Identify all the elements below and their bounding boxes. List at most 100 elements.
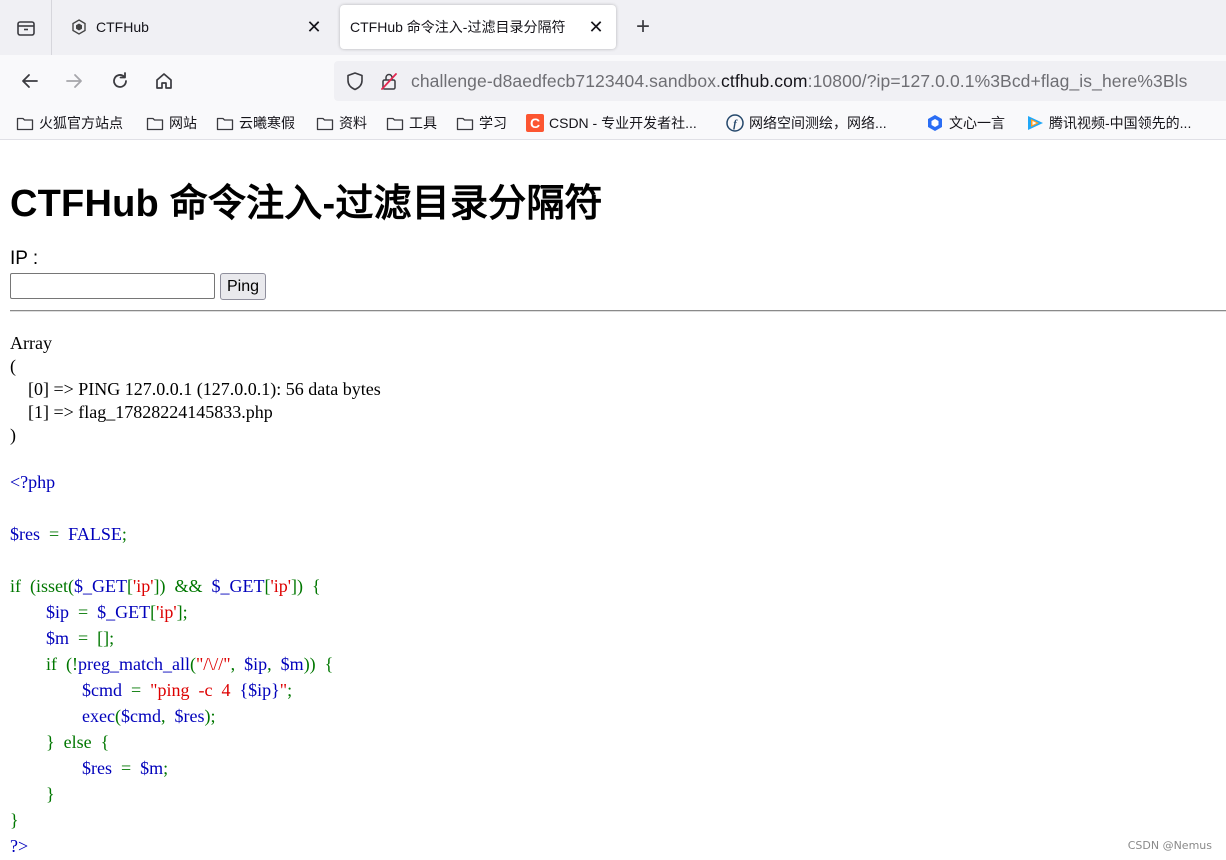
code-token: 'ip'	[156, 602, 177, 622]
code-token: $ip	[46, 602, 70, 622]
bookmark-label: CSDN - 专业开发者社...	[549, 115, 697, 131]
list-all-tabs-button[interactable]	[0, 0, 52, 55]
tab-title: CTFHub 命令注入-过滤目录分隔符	[350, 19, 566, 35]
url-domain: ctfhub.com	[721, 70, 808, 91]
bookmark-item[interactable]: 腾讯视频-中国领先的...	[1026, 112, 1191, 134]
bookmark-label: 文心一言	[949, 115, 1005, 131]
code-token: ]) &&	[153, 576, 212, 596]
code-token: exec	[82, 706, 115, 726]
code-token: $cmd	[120, 706, 161, 726]
php-open-tag: <?php	[10, 472, 56, 492]
svg-text:f: f	[733, 118, 738, 130]
bookmark-label: 腾讯视频-中国领先的...	[1049, 115, 1192, 131]
code-token: FALSE	[68, 524, 122, 544]
code-token: );	[204, 706, 216, 726]
close-tab-icon[interactable]: ✕	[586, 17, 606, 37]
code-token: 'ip'	[132, 576, 154, 596]
code-token: {$ip}	[239, 680, 280, 700]
code-token: ;	[163, 758, 169, 778]
url-text[interactable]: challenge-d8aedfecb7123404.sandbox.ctfhu…	[411, 71, 1187, 92]
reload-icon	[113, 72, 127, 88]
folder-icon	[386, 115, 404, 131]
code-token: $_GET	[211, 576, 265, 596]
ping-button[interactable]: Ping	[220, 273, 266, 300]
tab-ctfhub[interactable]: CTFHub ✕	[58, 5, 334, 49]
navigation-toolbar: challenge-d8aedfecb7123404.sandbox.ctfhu…	[0, 55, 1226, 106]
tab-list-icon	[16, 20, 35, 36]
new-tab-button[interactable]: +	[630, 13, 656, 40]
svg-text:C: C	[530, 115, 540, 131]
bookmark-label: 学习	[479, 115, 507, 131]
command-output: Array ( [0] => PING 127.0.0.1 (127.0.0.1…	[10, 333, 381, 445]
folder-icon	[16, 115, 34, 131]
bookmark-label: 云曦寒假	[239, 115, 295, 131]
home-button[interactable]	[148, 65, 180, 97]
code-token: if (isset(	[10, 576, 74, 596]
bookmark-item[interactable]: 工具	[386, 112, 437, 134]
code-line: $res = $m;	[10, 755, 168, 781]
code-token: }	[10, 810, 19, 830]
bookmark-item[interactable]: 网站	[146, 112, 197, 134]
code-token: ];	[176, 602, 188, 622]
folder-icon	[316, 115, 334, 131]
code-token: if (!	[10, 654, 78, 674]
bookmark-item[interactable]: f 网络空间测绘，网络...	[726, 112, 887, 134]
tencent-video-icon	[1026, 115, 1044, 131]
code-token: ,	[230, 654, 245, 674]
code-token: $res	[10, 524, 40, 544]
folder-icon	[216, 115, 234, 131]
url-bar[interactable]: challenge-d8aedfecb7123404.sandbox.ctfhu…	[334, 61, 1226, 101]
code-token: ]) {	[290, 576, 321, 596]
ip-input[interactable]	[10, 273, 215, 299]
insecure-connection-icon[interactable]	[378, 71, 400, 91]
tracking-protection-shield-icon[interactable]	[344, 71, 366, 91]
code-token: ,	[267, 654, 281, 674]
url-suffix: :10800/?ip=127.0.0.1%3Bcd+flag_is_here%3…	[807, 70, 1188, 91]
bookmark-label: 火狐官方站点	[39, 115, 123, 131]
bookmark-item[interactable]: 火狐官方站点	[16, 112, 123, 134]
bookmark-label: 网站	[169, 115, 197, 131]
php-close-tag: ?>	[10, 836, 29, 856]
bookmark-item[interactable]: 文心一言	[926, 112, 1005, 134]
code-token: } else {	[10, 732, 110, 752]
code-token: $res	[82, 758, 112, 778]
folder-icon	[456, 115, 474, 131]
csdn-icon: C	[526, 114, 544, 132]
code-line: $ip = $_GET['ip'];	[10, 599, 188, 625]
forward-button[interactable]	[58, 65, 90, 97]
code-token: =	[40, 524, 69, 544]
code-line: if (!preg_match_all("/\//", $ip, $m)) {	[10, 651, 333, 677]
bookmark-item[interactable]: 学习	[456, 112, 507, 134]
code-token: $m	[46, 628, 70, 648]
code-line: $cmd = "ping -c 4 {$ip}";	[10, 677, 292, 703]
code-line: $res = FALSE;	[10, 521, 127, 547]
divider	[10, 310, 1226, 312]
code-token: ,	[160, 706, 175, 726]
code-token: ;	[121, 524, 127, 544]
code-token: $_GET	[73, 576, 127, 596]
bookmark-item[interactable]: 云曦寒假	[216, 112, 295, 134]
tab-challenge[interactable]: CTFHub 命令注入-过滤目录分隔符 ✕	[340, 5, 616, 49]
forward-arrow-icon	[66, 74, 82, 88]
code-line: $m = [];	[10, 625, 114, 651]
back-arrow-icon	[22, 74, 38, 88]
code-token: $m	[280, 654, 304, 674]
code-token: $cmd	[82, 680, 122, 700]
code-token: =	[122, 680, 151, 700]
tab-title: CTFHub	[96, 19, 149, 35]
reload-button[interactable]	[104, 65, 136, 97]
code-token: $_GET	[97, 602, 151, 622]
bookmark-item[interactable]: C CSDN - 专业开发者社...	[526, 112, 697, 134]
code-line: if (isset($_GET['ip']) && $_GET['ip']) {	[10, 573, 321, 599]
code-line: }	[10, 807, 19, 833]
close-tab-icon[interactable]: ✕	[304, 17, 324, 37]
folder-icon	[146, 115, 164, 131]
bookmark-item[interactable]: 资料	[316, 112, 367, 134]
fofa-icon: f	[726, 114, 744, 132]
back-button[interactable]	[14, 65, 46, 97]
tab-strip: CTFHub ✕ CTFHub 命令注入-过滤目录分隔符 ✕ +	[0, 0, 1226, 55]
code-token: $m	[140, 758, 164, 778]
